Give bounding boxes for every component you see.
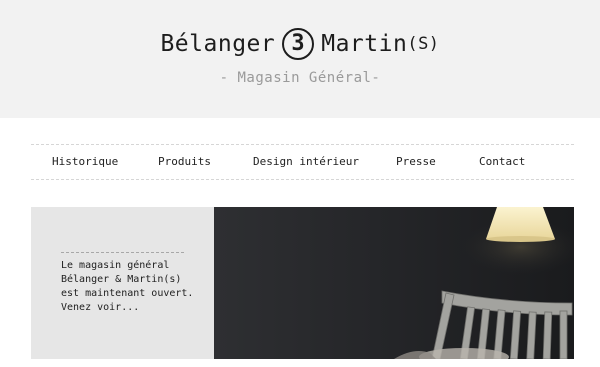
brand-tagline: - Magasin Général- — [219, 70, 381, 86]
brand-name-suffix: (S) — [407, 34, 440, 54]
intro-panel: Le magasin général Bélanger & Martin(s) … — [31, 207, 214, 359]
intro-line: Le magasin général — [61, 260, 170, 271]
brand-name-right: Martin — [321, 31, 408, 57]
nav-item-contact[interactable]: Contact — [479, 145, 525, 179]
intro-text: Le magasin général Bélanger & Martin(s) … — [61, 259, 211, 315]
brand-badge-icon: 3 — [282, 28, 315, 60]
hero-image — [214, 207, 574, 359]
nav-item-produits[interactable]: Produits — [158, 145, 211, 179]
intro-line[interactable]: Venez voir... — [61, 301, 211, 315]
hero-illustration — [214, 207, 574, 359]
brand-name-left: Bélanger — [160, 31, 276, 57]
nav-item-presse[interactable]: Presse — [396, 145, 436, 179]
nav-item-design-interieur[interactable]: Design intérieur — [253, 145, 359, 179]
intro-divider — [61, 252, 184, 253]
nav-item-historique[interactable]: Historique — [52, 145, 118, 179]
site-header: Bélanger 3 Martin (S) - Magasin Général- — [0, 0, 600, 118]
main-navigation: Historique Produits Design intérieur Pre… — [31, 144, 574, 180]
intro-line: Bélanger & Martin(s) — [61, 274, 182, 285]
brand-logo[interactable]: Bélanger 3 Martin (S) — [0, 22, 600, 66]
intro-line: est maintenant ouvert. — [61, 288, 194, 299]
